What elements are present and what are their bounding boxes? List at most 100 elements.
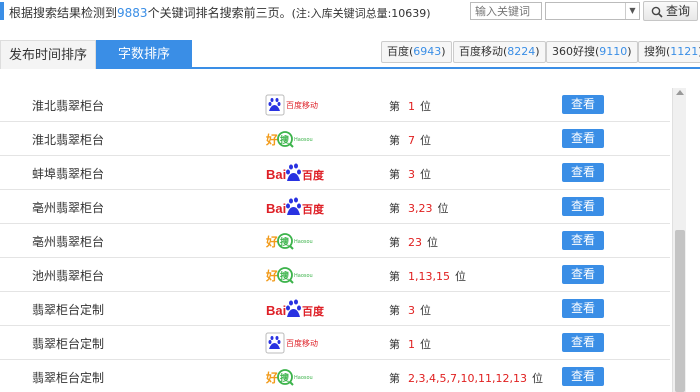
baidu-logo-icon: Bai 百度	[265, 298, 327, 320]
scrollbar-thumb[interactable]	[675, 230, 685, 392]
haosou-logo-text: Haosou	[294, 137, 313, 143]
view-button[interactable]: 查看	[562, 163, 604, 182]
view-button[interactable]: 查看	[562, 265, 604, 284]
row-rank: 第 1,13,15 位	[389, 268, 466, 284]
row-rank: 第 23 位	[389, 234, 438, 250]
table-row: 淮北翡翠柜台 好搜 Haosou 第 7 位 查看	[0, 122, 670, 156]
rank-suffix: 位	[420, 304, 431, 317]
scroll-up-arrow-icon[interactable]	[676, 90, 684, 95]
summary-prefix: 根据搜索结果检测到	[9, 6, 118, 20]
result-summary: 根据搜索结果检测到9883个关键词排名搜索前三页。(注:入库关键词总量:1063…	[9, 4, 431, 21]
rank-suffix: 位	[455, 270, 466, 283]
rank-positions: 1	[408, 338, 415, 351]
view-button[interactable]: 查看	[562, 299, 604, 318]
row-rank: 第3位	[389, 166, 431, 182]
engine-filter-sogou[interactable]: 搜狗(1121)	[638, 41, 700, 63]
baidu-mobile-logo-text: 百度移动	[286, 338, 318, 348]
haosou-logo-char-sou: 搜	[280, 270, 290, 282]
tab-sort-by-time[interactable]: 发布时间排序	[0, 40, 96, 69]
sort-tabs-bar: 发布时间排序 字数排序 百度(6943) 百度移动(8224) 360好搜(91…	[0, 38, 700, 69]
haosou-logo-char-hao: 好	[265, 132, 278, 147]
tab-sort-by-words[interactable]: 字数排序	[96, 40, 192, 69]
haosou-logo-icon: 好搜 Haosou	[265, 264, 327, 286]
rank-prefix: 第	[389, 202, 400, 215]
row-keyword: 淮北翡翠柜台	[32, 133, 105, 147]
rank-positions: 7	[408, 134, 415, 147]
row-rank: 第 3,23 位	[389, 200, 449, 216]
row-keyword: 池州翡翠柜台	[32, 269, 105, 283]
haosou-logo-icon: 好搜 Haosou	[265, 366, 327, 388]
haosou-logo-char-sou: 搜	[280, 372, 290, 384]
row-keyword: 亳州翡翠柜台	[32, 235, 105, 249]
view-button[interactable]: 查看	[562, 231, 604, 250]
row-rank: 第1位	[389, 336, 431, 352]
engine-name: 百度移动	[459, 45, 503, 58]
engine-count: 9110	[599, 45, 628, 58]
summary-note: (注:入库关键词总量:10639)	[291, 7, 431, 20]
keyword-select[interactable]: ▼	[545, 2, 640, 20]
baidu-logo-icon: Bai 百度	[265, 162, 327, 184]
view-button[interactable]: 查看	[562, 129, 604, 148]
engine-filter-baidu-mobile[interactable]: 百度移动(8224)	[453, 41, 546, 63]
baidu-mobile-logo-text: 百度移动	[286, 100, 318, 110]
row-rank: 第1位	[389, 98, 431, 114]
rank-prefix: 第	[389, 134, 400, 147]
engine-name: 搜狗	[644, 45, 666, 58]
engine-filter-360[interactable]: 360好搜(9110)	[546, 41, 638, 63]
baidu-logo-text-left: Bai	[266, 303, 286, 318]
row-keyword: 翡翠柜台定制	[32, 337, 105, 351]
rank-prefix: 第	[389, 168, 400, 181]
haosou-logo-icon: 好搜 Haosou	[265, 128, 327, 150]
table-row: 亳州翡翠柜台 Bai 百度 第 3,23 位 查看	[0, 190, 670, 224]
top-bar: 根据搜索结果检测到9883个关键词排名搜索前三页。(注:入库关键词总量:1063…	[0, 0, 700, 25]
keyword-count: 9883	[117, 6, 148, 20]
search-icon	[651, 6, 663, 18]
summary-suffix: 个关键词排名搜索前三页。	[147, 6, 292, 20]
rank-positions: 3	[408, 168, 415, 181]
row-keyword: 翡翠柜台定制	[32, 303, 105, 317]
row-keyword: 淮北翡翠柜台	[32, 99, 105, 113]
engine-count: 1121	[670, 45, 699, 58]
baidu-logo-icon: Bai 百度	[265, 196, 327, 218]
engine-count: 6943	[413, 45, 442, 58]
baidu-logo-text-left: Bai	[266, 201, 286, 216]
row-keyword: 亳州翡翠柜台	[32, 201, 105, 215]
rank-positions: 23	[408, 236, 422, 249]
haosou-logo-char-sou: 搜	[280, 236, 290, 248]
rank-prefix: 第	[389, 338, 400, 351]
row-keyword: 翡翠柜台定制	[32, 371, 105, 385]
haosou-logo-char-hao: 好	[265, 370, 278, 385]
title-accent-bar	[0, 2, 4, 20]
view-button[interactable]: 查看	[562, 367, 604, 386]
row-rank: 第 2,3,4,5,7,10,11,12,13 位	[389, 370, 543, 386]
baidu-mobile-logo-icon: 百度移动	[265, 94, 327, 116]
rank-positions: 3,23	[408, 202, 433, 215]
baidu-logo-text-left: Bai	[266, 167, 286, 182]
rank-suffix: 位	[420, 100, 431, 113]
rank-suffix: 位	[420, 134, 431, 147]
baidu-logo-text-right: 百度	[302, 202, 325, 216]
scrollbar[interactable]	[672, 88, 686, 392]
table-row: 翡翠柜台定制 Bai 百度 第 3 位 查看	[0, 292, 670, 326]
rank-prefix: 第	[389, 270, 400, 283]
view-button[interactable]: 查看	[562, 95, 604, 114]
table-row: 淮北翡翠柜台 百度移动 第 1 位 查看	[0, 88, 670, 122]
rank-prefix: 第	[389, 236, 400, 249]
baidu-logo-text-right: 百度	[302, 168, 325, 182]
chevron-down-icon[interactable]: ▼	[625, 3, 639, 19]
engine-filter-baidu[interactable]: 百度(6943)	[381, 41, 452, 63]
haosou-logo-text: Haosou	[294, 239, 313, 245]
engine-name: 360好搜	[552, 45, 595, 58]
table-row: 翡翠柜台定制 好搜 Haosou 第 2,3,4,5,7,10,11,12,13 位 查看	[0, 360, 670, 392]
keyword-input[interactable]	[470, 2, 542, 20]
rank-positions: 1,13,15	[408, 270, 450, 283]
view-button[interactable]: 查看	[562, 197, 604, 216]
rank-suffix: 位	[437, 202, 449, 215]
rank-positions: 2,3,4,5,7,10,11,12,13	[408, 372, 527, 385]
haosou-logo-text: Haosou	[294, 273, 313, 279]
query-button[interactable]: 查询	[643, 1, 698, 21]
haosou-logo-text: Haosou	[294, 375, 313, 381]
haosou-logo-char-sou: 搜	[280, 134, 290, 146]
view-button[interactable]: 查看	[562, 333, 604, 352]
baidu-mobile-logo-icon: 百度移动	[265, 332, 327, 354]
